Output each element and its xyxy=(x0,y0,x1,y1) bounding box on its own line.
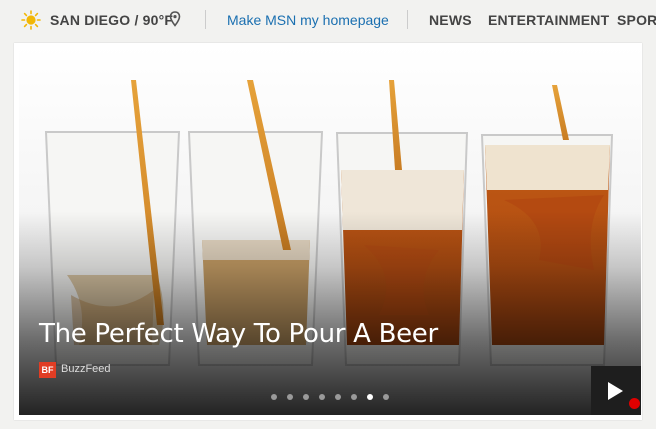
carousel-dot[interactable] xyxy=(303,394,309,400)
play-icon xyxy=(608,382,623,400)
hero-card: The Perfect Way To Pour A Beer BF BuzzFe… xyxy=(14,43,642,420)
divider xyxy=(205,10,206,29)
buzzfeed-logo: BF xyxy=(39,362,56,378)
carousel-dot-active[interactable] xyxy=(367,394,373,400)
hero-slide[interactable]: The Perfect Way To Pour A Beer BF BuzzFe… xyxy=(19,45,641,415)
location-pin-icon[interactable] xyxy=(169,11,181,27)
play-video-button[interactable] xyxy=(591,366,641,415)
hero-headline[interactable]: The Perfect Way To Pour A Beer xyxy=(39,319,438,349)
hero-gradient-overlay xyxy=(19,45,641,415)
carousel-dot[interactable] xyxy=(287,394,293,400)
weather-location[interactable]: SAN DIEGO / 90°F xyxy=(50,12,173,28)
carousel-dot[interactable] xyxy=(319,394,325,400)
make-homepage-link[interactable]: Make MSN my homepage xyxy=(227,12,389,28)
carousel-dot[interactable] xyxy=(335,394,341,400)
carousel-dot[interactable] xyxy=(383,394,389,400)
nav-entertainment[interactable]: ENTERTAINMENT xyxy=(488,12,609,28)
carousel-dot[interactable] xyxy=(351,394,357,400)
source-name: BuzzFeed xyxy=(61,363,111,375)
carousel-dot[interactable] xyxy=(271,394,277,400)
record-indicator-icon xyxy=(629,398,640,409)
top-bar: SAN DIEGO / 90°F Make MSN my homepage NE… xyxy=(0,0,656,40)
divider xyxy=(407,10,408,29)
sun-icon xyxy=(21,10,41,30)
nav-sports[interactable]: SPORT xyxy=(617,12,656,28)
nav-news[interactable]: NEWS xyxy=(429,12,472,28)
